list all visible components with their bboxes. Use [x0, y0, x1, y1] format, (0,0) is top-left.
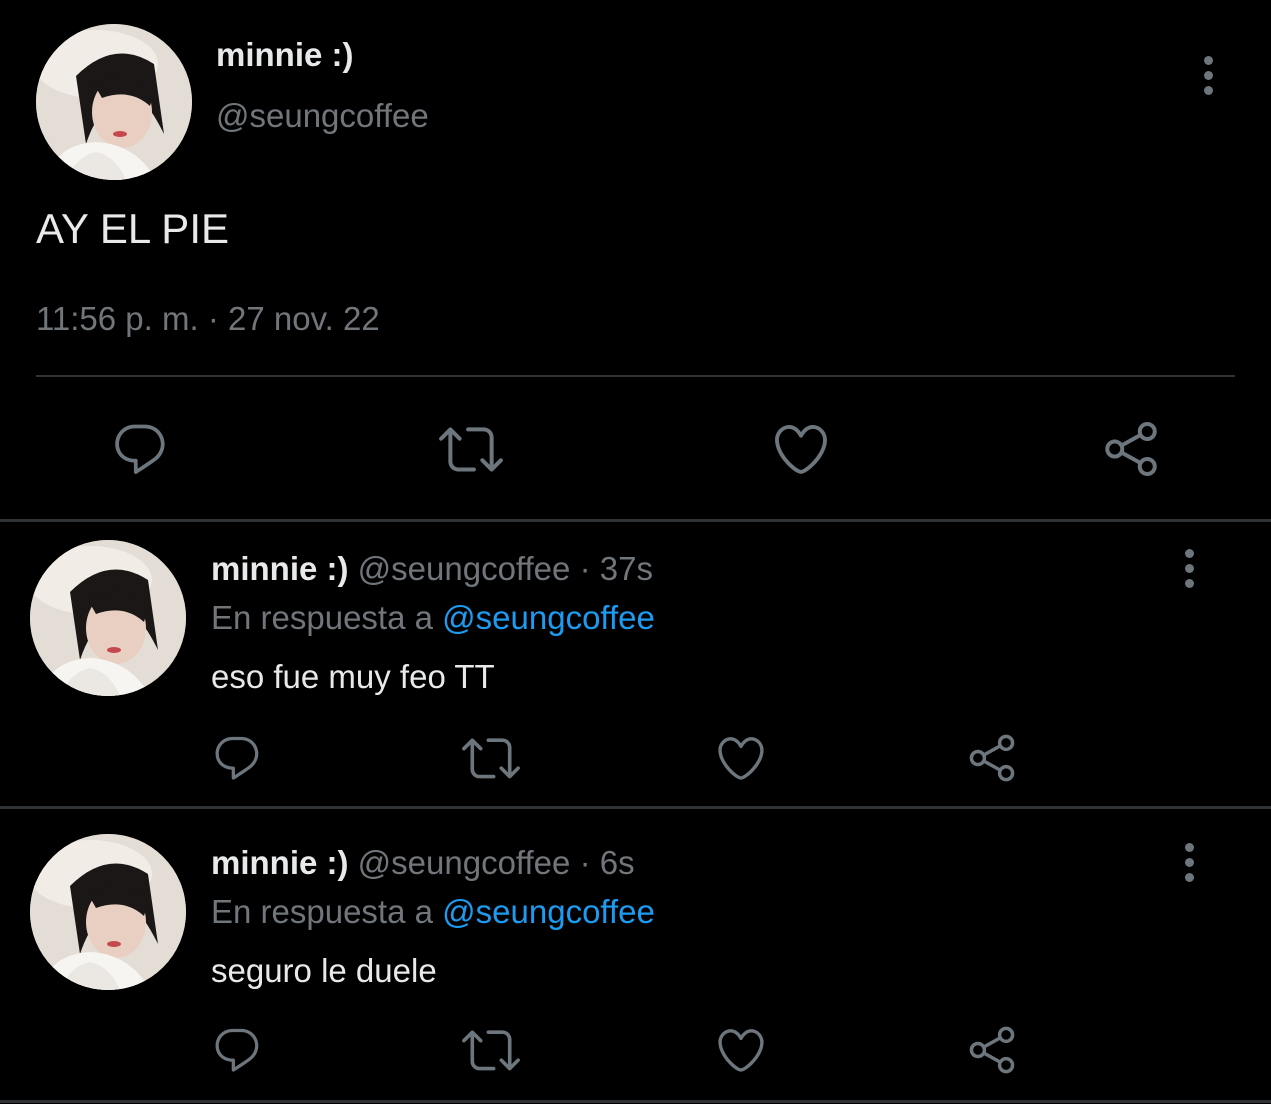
tweet-text: AY EL PIE	[36, 205, 229, 252]
tweet-separator	[0, 806, 1271, 809]
more-options-button[interactable]	[1194, 53, 1222, 97]
reply-button[interactable]	[208, 1022, 266, 1078]
user-handle[interactable]: @seungcoffee	[358, 844, 571, 881]
share-button[interactable]	[963, 730, 1021, 786]
avatar[interactable]	[36, 24, 192, 180]
share-icon	[966, 1024, 1018, 1076]
more-options-button[interactable]	[1175, 546, 1203, 590]
share-button[interactable]	[1098, 418, 1164, 480]
reply-to-link[interactable]: @seungcoffee	[442, 893, 655, 930]
retweet-button[interactable]	[436, 418, 506, 480]
retweet-icon	[462, 729, 520, 787]
display-name[interactable]: minnie :)	[216, 36, 354, 74]
reply-context: En respuesta a @seungcoffee	[211, 599, 655, 637]
retweet-button[interactable]	[460, 1022, 522, 1078]
retweet-button[interactable]	[460, 730, 522, 786]
share-icon	[1101, 419, 1161, 479]
main-tweet: minnie :) @seungcoffee AY EL PIE 11:56 p…	[0, 0, 1271, 520]
tweet-text: seguro le duele	[211, 952, 437, 989]
reply-icon	[211, 732, 263, 784]
like-button[interactable]	[768, 418, 834, 480]
tweet-time: 11:56 p. m.	[36, 300, 199, 337]
share-icon	[966, 732, 1018, 784]
heart-icon	[714, 1023, 768, 1077]
reply-icon	[110, 419, 170, 479]
more-vertical-icon	[1184, 548, 1194, 558]
more-vertical-icon	[1203, 55, 1213, 65]
meta-separator: ·	[579, 844, 591, 881]
retweet-icon	[439, 417, 503, 481]
profile-photo	[36, 24, 192, 180]
tweet-age[interactable]: 37s	[600, 550, 653, 587]
avatar[interactable]	[30, 834, 186, 990]
like-button[interactable]	[712, 730, 770, 786]
user-handle[interactable]: @seungcoffee	[216, 97, 429, 135]
profile-photo	[30, 540, 186, 696]
divider	[36, 375, 1235, 377]
profile-photo	[30, 834, 186, 990]
tweet-timestamp[interactable]: 11:56 p. m. · 27 nov. 22	[36, 300, 380, 338]
tweet-text: eso fue muy feo TT	[211, 658, 495, 695]
tweet-separator	[0, 1100, 1271, 1103]
display-name[interactable]: minnie :)	[211, 844, 349, 881]
reply-header: minnie :) @seungcoffee · 37s	[211, 550, 653, 588]
avatar[interactable]	[30, 540, 186, 696]
share-button[interactable]	[963, 1022, 1021, 1078]
heart-icon	[714, 731, 768, 785]
tweet-date: 27 nov. 22	[228, 300, 380, 337]
reply-prefix: En respuesta a	[211, 893, 433, 930]
retweet-icon	[462, 1021, 520, 1079]
display-name[interactable]: minnie :)	[211, 550, 349, 587]
reply-prefix: En respuesta a	[211, 599, 433, 636]
more-vertical-icon	[1184, 842, 1194, 852]
reply-tweet[interactable]: minnie :) @seungcoffee · 37s En respuest…	[0, 522, 1271, 807]
reply-button[interactable]	[208, 730, 266, 786]
reply-header: minnie :) @seungcoffee · 6s	[211, 844, 635, 882]
meta-separator: ·	[207, 300, 219, 337]
user-handle[interactable]: @seungcoffee	[358, 550, 571, 587]
tweet-age[interactable]: 6s	[600, 844, 635, 881]
like-button[interactable]	[712, 1022, 770, 1078]
reply-context: En respuesta a @seungcoffee	[211, 893, 655, 931]
reply-button[interactable]	[107, 418, 173, 480]
meta-separator: ·	[579, 550, 591, 587]
reply-to-link[interactable]: @seungcoffee	[442, 599, 655, 636]
reply-tweet[interactable]: minnie :) @seungcoffee · 6s En respuesta…	[0, 816, 1271, 1101]
reply-icon	[211, 1024, 263, 1076]
more-options-button[interactable]	[1175, 840, 1203, 884]
heart-icon	[770, 418, 832, 480]
